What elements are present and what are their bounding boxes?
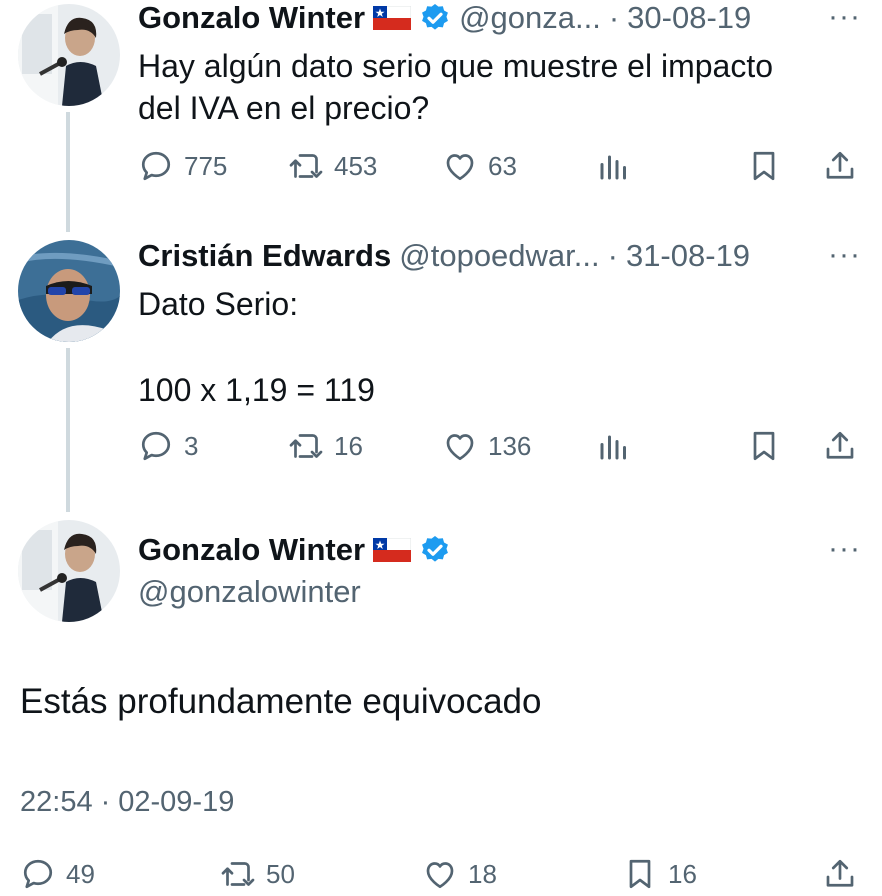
- more-options-icon[interactable]: ···: [828, 532, 861, 566]
- like-count: 18: [468, 858, 497, 889]
- share-icon: [826, 859, 854, 887]
- separator-dot: ·: [100, 786, 111, 818]
- tweet-text: Estás profundamente equivocado: [20, 682, 542, 721]
- reply-icon: [23, 859, 53, 889]
- tweet-header: Gonzalo Winter: [138, 532, 451, 568]
- verified-badge-icon[interactable]: [419, 2, 451, 34]
- more-options-icon[interactable]: ···: [828, 238, 861, 272]
- tweet-actions: 3 16 136: [138, 428, 862, 468]
- tweet-header: Cristián Edwards @topoedwar... · 31-08-1…: [138, 238, 750, 274]
- views-button[interactable]: [596, 148, 632, 184]
- reply-count: 3: [184, 430, 199, 461]
- avatar[interactable]: [18, 4, 120, 106]
- separator-dot: ·: [607, 238, 618, 273]
- avatar[interactable]: [18, 520, 120, 622]
- tweet-text: Dato Serio: 100 x 1,19 = 119: [138, 283, 375, 411]
- retweet-count: 453: [334, 150, 378, 181]
- tweet-date[interactable]: 02-09-19: [118, 786, 234, 819]
- tweet-timestamp: 22:54 · 02-09-19: [20, 786, 234, 819]
- bookmark-icon: [753, 431, 775, 461]
- tweet-date[interactable]: 31-08-19: [626, 238, 750, 274]
- like-icon: [446, 154, 474, 181]
- tweet-time[interactable]: 22:54: [20, 786, 93, 819]
- tweet-text-line: del IVA en el precio?: [138, 90, 430, 126]
- bookmark-button[interactable]: [746, 428, 782, 464]
- tweet-header: Gonzalo Winter @gonza... · 30-08-19: [138, 0, 751, 36]
- views-icon: [600, 435, 626, 460]
- reply-button[interactable]: 49: [20, 856, 95, 892]
- tweet-text: Hay algún dato serio que muestre el impa…: [138, 45, 773, 129]
- share-icon: [826, 431, 854, 459]
- tweet-text-line: Dato Serio:: [138, 286, 299, 322]
- retweet-count: 50: [266, 858, 295, 889]
- bookmark-icon: [629, 859, 651, 889]
- thread-line: [66, 112, 70, 232]
- retweet-count: 16: [334, 430, 363, 461]
- retweet-icon: [221, 862, 255, 886]
- like-count: 63: [488, 150, 517, 181]
- tweet-date[interactable]: 30-08-19: [627, 0, 751, 36]
- tweet-actions: 775 453 63: [138, 148, 862, 188]
- tweet-text-line: 100 x 1,19 = 119: [138, 372, 375, 408]
- share-button[interactable]: [822, 148, 858, 184]
- author-name[interactable]: Cristián Edwards: [138, 238, 391, 274]
- reply-count: 775: [184, 150, 228, 181]
- reply-count: 49: [66, 858, 95, 889]
- chile-flag-icon: [373, 538, 412, 562]
- bookmark-button[interactable]: [746, 148, 782, 184]
- avatar[interactable]: [18, 240, 120, 342]
- like-button[interactable]: 136: [442, 428, 531, 464]
- tweet-actions: 49 50 18 16: [20, 856, 860, 896]
- separator-dot: ·: [608, 0, 620, 35]
- reply-button[interactable]: 775: [138, 148, 227, 184]
- reply-icon: [141, 151, 171, 181]
- bookmark-icon: [753, 151, 775, 181]
- author-handle[interactable]: @topoedwar...: [399, 238, 599, 274]
- author-name[interactable]: Gonzalo Winter: [138, 0, 365, 36]
- author-name[interactable]: Gonzalo Winter: [138, 532, 365, 568]
- like-button[interactable]: 18: [422, 856, 497, 892]
- share-button[interactable]: [822, 856, 858, 892]
- verified-badge-icon[interactable]: [419, 534, 451, 566]
- share-button[interactable]: [822, 428, 858, 464]
- retweet-icon: [289, 434, 323, 458]
- bookmark-button[interactable]: 16: [622, 856, 697, 892]
- retweet-button[interactable]: 453: [288, 148, 377, 184]
- share-icon: [826, 151, 854, 179]
- reply-icon: [141, 431, 171, 461]
- retweet-icon: [289, 154, 323, 178]
- like-icon: [446, 434, 474, 461]
- like-count: 136: [488, 430, 532, 461]
- views-icon: [600, 155, 626, 180]
- bookmark-count: 16: [668, 858, 697, 889]
- chile-flag-icon: [373, 6, 412, 30]
- author-handle[interactable]: @gonzalowinter: [138, 574, 361, 610]
- like-icon: [426, 862, 454, 889]
- author-handle[interactable]: @gonza...: [459, 0, 601, 36]
- retweet-button[interactable]: 50: [220, 856, 295, 892]
- tweet-text-line: Hay algún dato serio que muestre el impa…: [138, 48, 774, 84]
- views-button[interactable]: [596, 428, 632, 464]
- retweet-button[interactable]: 16: [288, 428, 363, 464]
- like-button[interactable]: 63: [442, 148, 517, 184]
- thread-line: [66, 348, 70, 512]
- more-options-icon[interactable]: ···: [828, 0, 861, 34]
- reply-button[interactable]: 3: [138, 428, 198, 464]
